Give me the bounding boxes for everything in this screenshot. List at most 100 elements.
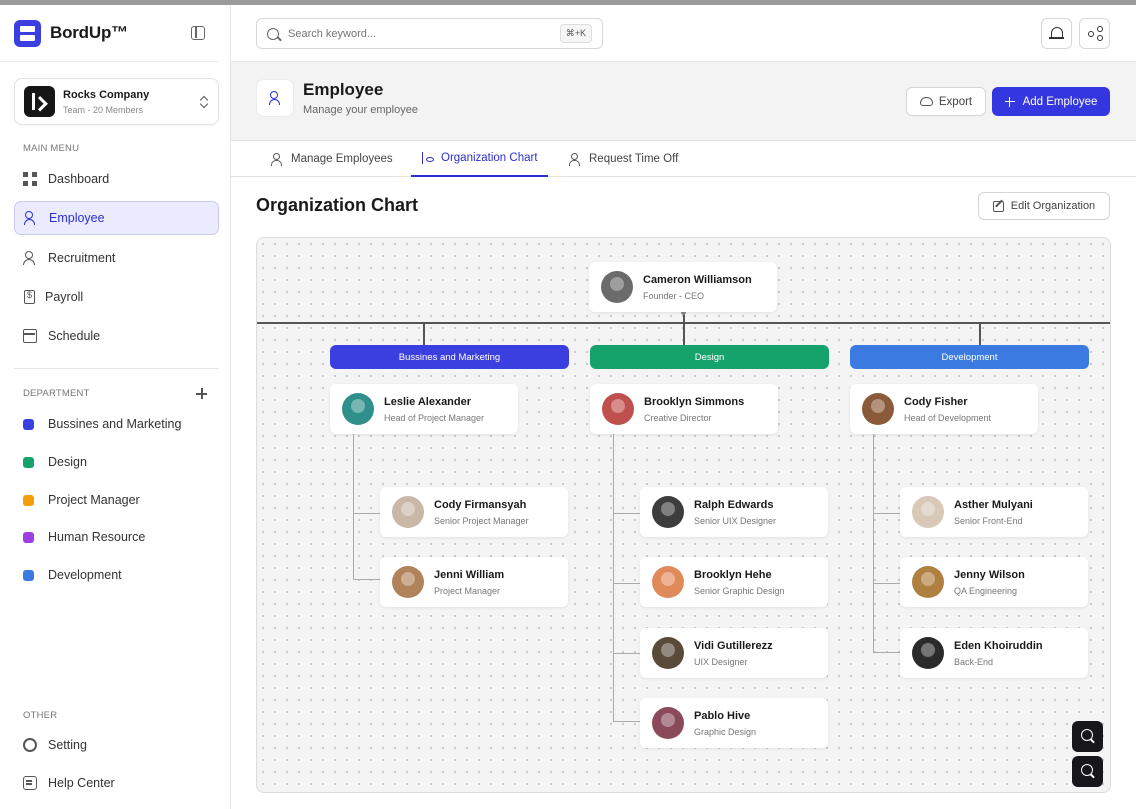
page-title: Employee — [303, 80, 384, 99]
sidebar-item-employee[interactable]: Employee — [14, 201, 219, 235]
share-icon[interactable] — [1079, 18, 1110, 49]
company-switcher[interactable]: Rocks Company Team - 20 Members — [14, 78, 219, 125]
org-card-member[interactable]: Pablo Hive Graphic Design — [640, 698, 828, 748]
dept-color-dot — [23, 494, 34, 506]
sidebar-item-payroll[interactable]: Payroll — [14, 280, 219, 314]
company-name: Rocks Company — [63, 88, 150, 101]
sidebar-item-dashboard[interactable]: Dashboard — [14, 162, 219, 196]
tab-request-time-off[interactable]: Request Time Off — [569, 141, 678, 177]
brand-logo — [14, 19, 41, 47]
org-card-member[interactable]: Cody Firmansyah Senior Project Manager — [380, 487, 568, 537]
avatar — [392, 496, 424, 528]
employee-role: Back-End — [954, 656, 994, 667]
dept-color-dot — [23, 418, 34, 430]
dept-color-dot — [23, 531, 34, 543]
employee-name: Asther Mulyani — [954, 498, 1033, 511]
dept-label: Design — [48, 455, 87, 469]
dept-label: Human Resource — [48, 530, 146, 544]
employee-name: Pablo Hive — [694, 709, 751, 722]
avatar — [912, 566, 944, 598]
org-card-member[interactable]: Jenni William Project Manager — [380, 557, 568, 607]
export-button[interactable]: Export — [906, 87, 986, 116]
dept-header-bussines-marketing[interactable]: Bussines and Marketing — [330, 345, 569, 369]
brand: BordUp™ — [0, 5, 219, 62]
dept-label: Project Manager — [48, 493, 140, 507]
org-card-member[interactable]: Ralph Edwards Senior UIX Designer — [640, 487, 828, 537]
connector-dept — [683, 323, 685, 345]
org-card-head[interactable]: Leslie Alexander Head of Project Manager — [330, 384, 518, 434]
bell-icon[interactable] — [1041, 18, 1072, 49]
grid-icon — [23, 172, 37, 186]
connector-dept — [979, 323, 981, 345]
add-employee-button[interactable]: Add Employee — [992, 87, 1110, 116]
sidebar-dept-development[interactable]: Development — [23, 568, 122, 582]
search-input[interactable] — [288, 27, 560, 40]
employee-role: Creative Director — [644, 412, 712, 423]
zoom-out-icon[interactable] — [1072, 756, 1103, 787]
sidebar-item-help-center[interactable]: Help Center — [14, 766, 219, 800]
other-label: OTHER — [23, 710, 58, 721]
brand-name: BordUp™ — [50, 23, 128, 42]
page-subtitle: Manage your employee — [303, 104, 418, 116]
help-icon — [23, 776, 37, 790]
org-card-member[interactable]: Brooklyn Hehe Senior Graphic Design — [640, 557, 828, 607]
sidebar-dept-design[interactable]: Design — [23, 455, 87, 469]
sidebar-collapse-icon[interactable] — [191, 26, 205, 40]
connector-member — [353, 579, 380, 580]
employee-name: Cody Firmansyah — [434, 498, 527, 511]
section-title: Organization Chart — [256, 195, 419, 215]
zoom-in-icon[interactable] — [1072, 721, 1103, 752]
connector-member — [873, 513, 900, 514]
calendar-icon — [23, 329, 37, 343]
org-card-member[interactable]: Eden Khoiruddin Back-End — [900, 628, 1088, 678]
org-card-root[interactable]: Cameron Williamson Founder - CEO — [589, 262, 777, 312]
edit-organization-button[interactable]: Edit Organization — [978, 192, 1110, 220]
plus-icon — [1004, 96, 1015, 107]
sidebar-item-label: Help Center — [48, 776, 115, 790]
department-label: DEPARTMENT — [23, 388, 90, 399]
connector-member — [613, 513, 640, 514]
employee-name: Brooklyn Hehe — [694, 568, 772, 581]
users-icon — [24, 211, 38, 225]
org-card-head[interactable]: Brooklyn Simmons Creative Director — [590, 384, 778, 434]
employee-role: Senior UIX Designer — [694, 515, 777, 526]
shortcut-badge: ⌘+K — [559, 24, 592, 43]
employee-name: Jenny Wilson — [954, 568, 1025, 581]
dept-label: Development — [48, 568, 122, 582]
main-menu-label: MAIN MENU — [23, 143, 80, 154]
sidebar-item-label: Schedule — [48, 329, 101, 343]
sidebar-dept-bussines-marketing[interactable]: Bussines and Marketing — [23, 417, 181, 431]
pencil-icon — [992, 200, 1004, 212]
add-department-icon[interactable] — [196, 388, 207, 399]
divider — [14, 368, 219, 369]
gear-icon — [23, 738, 37, 752]
search-box[interactable]: ⌘+K — [256, 18, 603, 49]
org-chart-canvas[interactable]: Cameron Williamson Founder - CEO Bussine… — [256, 237, 1111, 793]
org-card-member[interactable]: Vidi Gutillerezz UIX Designer — [640, 628, 828, 678]
employee-role: UIX Designer — [694, 656, 748, 667]
export-label: Export — [938, 95, 973, 108]
tab-organization-chart[interactable]: Organization Chart — [411, 141, 548, 177]
sidebar-item-label: Employee — [49, 211, 105, 225]
avatar — [602, 393, 634, 425]
sidebar-dept-human-resource[interactable]: Human Resource — [23, 530, 145, 544]
sidebar-item-schedule[interactable]: Schedule — [14, 319, 219, 353]
avatar — [862, 393, 894, 425]
dept-header-design[interactable]: Design — [590, 345, 829, 369]
sidebar-item-setting[interactable]: Setting — [14, 728, 219, 762]
employee-role: Founder - CEO — [643, 290, 705, 301]
avatar — [912, 496, 944, 528]
sidebar-item-label: Dashboard — [48, 172, 110, 186]
tab-label: Organization Chart — [441, 152, 538, 164]
dept-header-development[interactable]: Development — [850, 345, 1089, 369]
org-card-member[interactable]: Asther Mulyani Senior Front-End — [900, 487, 1088, 537]
dept-color-dot — [23, 456, 34, 468]
sidebar-dept-project-manager[interactable]: Project Manager — [23, 493, 140, 507]
org-card-member[interactable]: Jenny Wilson QA Engineering — [900, 557, 1088, 607]
tab-manage-employees[interactable]: Manage Employees — [271, 141, 393, 177]
sidebar-item-recruitment[interactable]: Recruitment — [14, 241, 219, 275]
avatar — [601, 271, 633, 303]
cloud-download-icon — [919, 97, 933, 106]
org-card-head[interactable]: Cody Fisher Head of Development — [850, 384, 1038, 434]
employee-role: QA Engineering — [954, 585, 1018, 596]
